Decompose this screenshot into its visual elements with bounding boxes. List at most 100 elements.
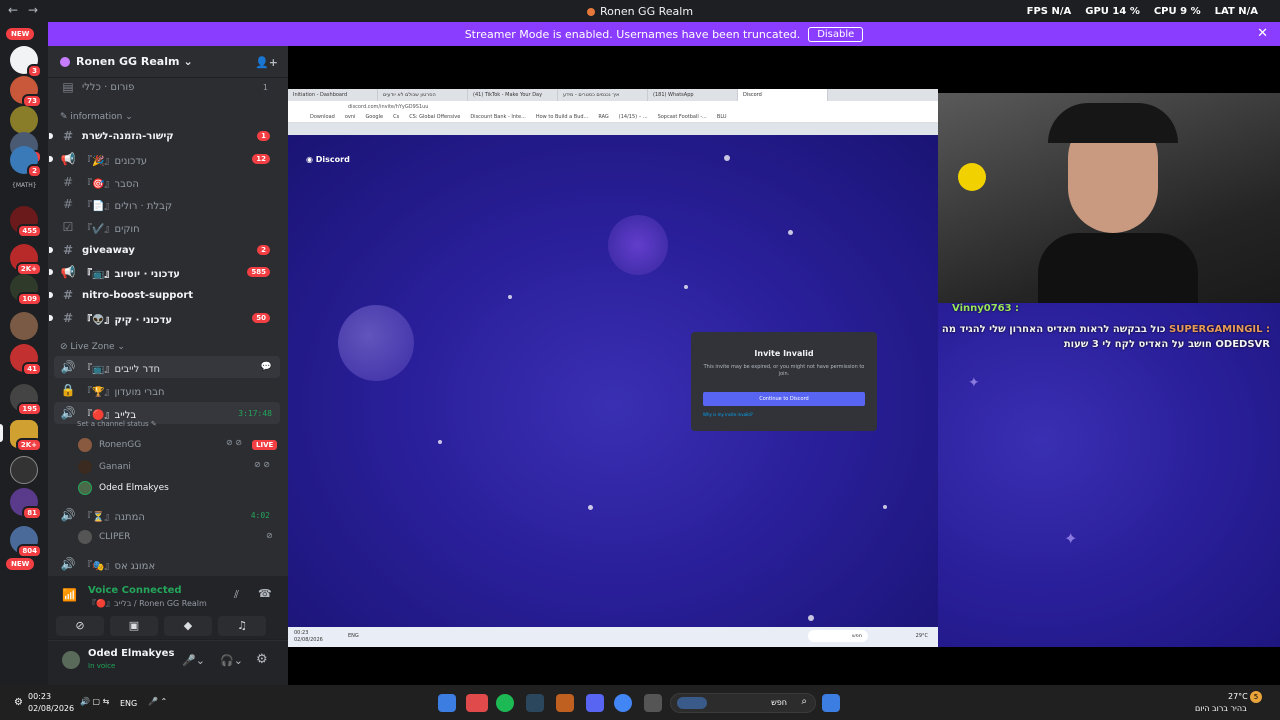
server-icon[interactable]: 195 xyxy=(10,384,42,416)
channel-item[interactable]: 📢 『🎉』עדכונים 12 xyxy=(48,148,280,170)
activities-button[interactable]: ◆ xyxy=(164,616,212,636)
channel-item[interactable]: # 『🎯』הסבר xyxy=(48,171,280,193)
bookmark[interactable]: BLU xyxy=(717,114,727,120)
voice-user[interactable]: Ganani xyxy=(78,457,131,477)
chat-bubble-icon[interactable]: 💬 xyxy=(261,362,272,372)
server-icon[interactable]: 804 xyxy=(10,526,42,558)
windows-start-icon[interactable] xyxy=(822,694,840,712)
bookmark[interactable]: RAG xyxy=(598,114,608,120)
channel-label: 『🎉』עדכונים xyxy=(82,155,148,167)
continue-to-discord-button[interactable]: Continue to Discord xyxy=(703,392,865,406)
channel-item[interactable]: 📢 『📺』עדכוני · יוטיוב 585 xyxy=(48,261,280,283)
server-icon[interactable]: 41 xyxy=(10,344,42,376)
browser-tab-active[interactable]: Discord xyxy=(738,89,828,101)
steam-icon[interactable] xyxy=(526,694,544,712)
guild-icon xyxy=(60,56,70,67)
browser-tab[interactable]: (181) WhatsApp xyxy=(648,89,738,101)
noise-suppression-icon[interactable]: ⫽ xyxy=(234,588,239,602)
file-explorer-icon[interactable] xyxy=(644,694,662,712)
server-icon[interactable]: 2K+ xyxy=(10,420,42,452)
microphone-icon[interactable]: 🎤 ⌃ xyxy=(148,697,167,706)
bookmark[interactable]: Cs xyxy=(393,114,399,120)
app-icon[interactable] xyxy=(466,694,488,712)
channel-label: nitro-boost-support xyxy=(82,289,194,301)
bookmark[interactable]: Download xyxy=(310,114,335,120)
forum-channel[interactable]: ▤ פורום · כללי 1 xyxy=(48,76,280,98)
disconnect-icon[interactable]: ☎ xyxy=(258,587,272,600)
chrome-icon[interactable] xyxy=(614,694,632,712)
chat-user: ODEDSVR xyxy=(1215,339,1270,350)
bookmark[interactable]: How to Build a Bud... xyxy=(536,114,588,120)
disable-streamer-mode-button[interactable]: Disable xyxy=(808,26,864,42)
browser-tab[interactable]: Initiation - Dashboard xyxy=(288,89,378,101)
start-icon[interactable] xyxy=(438,694,456,712)
voice-channel[interactable]: 🔒 『🏆』חברי מועדון xyxy=(48,379,280,401)
math-server-label[interactable]: {MATH} xyxy=(12,182,37,189)
channel-item[interactable]: ☑ 『✔️』חוקים xyxy=(48,216,280,238)
channel-item[interactable]: # nitro-boost-support xyxy=(48,284,280,306)
channel-sidebar: Ronen GG Realm ⌄ 👤+ ▤ פורום · כללי 1 ✎ i… xyxy=(48,46,288,685)
bookmark[interactable]: (14/15) – ... xyxy=(619,114,648,120)
browser-tab[interactable]: (41) TikTok - Make Your Day xyxy=(468,89,558,101)
avatar[interactable] xyxy=(60,649,82,671)
channel-item[interactable]: # קישור-הזמנה-לשרת 1 xyxy=(48,125,280,147)
webcam-overlay xyxy=(938,93,1280,303)
taskbar-search-box[interactable]: חפש ⌕ xyxy=(670,693,816,713)
server-icon[interactable]: 2 xyxy=(10,146,42,178)
dialog-title: Invite Invalid xyxy=(754,349,814,358)
voice-user[interactable]: Oded Elmakyes xyxy=(78,478,169,498)
discord-logo[interactable]: ◉ Discord xyxy=(306,155,350,164)
gear-icon[interactable]: ⚙ xyxy=(256,652,268,667)
voice-user[interactable]: CLIPER xyxy=(78,527,130,547)
soundboard-button[interactable]: ♫ xyxy=(218,616,266,636)
bookmark[interactable]: Sopcast Football -... xyxy=(658,114,707,120)
taskbar-time: 00:23 xyxy=(28,692,52,701)
settings-icon[interactable]: ⚙ xyxy=(14,697,23,708)
bookmark[interactable]: CS: Global Offensive xyxy=(409,114,460,120)
category-information[interactable]: ✎ information ⌄ xyxy=(60,112,133,122)
bookmark[interactable]: Google xyxy=(365,114,383,120)
channel-item[interactable]: # giveaway 2 xyxy=(48,239,280,261)
server-icon[interactable]: 3 xyxy=(10,46,42,78)
voice-channel[interactable]: 🔊 『📺』חדר לייבים 💬 xyxy=(54,356,280,378)
user-name: Oded Elmakyes xyxy=(88,648,175,659)
headphones-icon[interactable]: 🎧⌄ xyxy=(220,654,243,667)
category-live-zone[interactable]: ⊘ Live Zone ⌄ xyxy=(60,342,125,352)
camera-off-button[interactable]: ⊘ xyxy=(56,616,104,636)
browser-tab[interactable]: איך נכנסים כסטרים - מידע xyxy=(558,89,648,101)
server-icon[interactable]: 455 xyxy=(10,206,42,238)
address-bar[interactable]: discord.com/invite/hYyGD9S1uu xyxy=(288,101,938,112)
server-icon[interactable]: 109 xyxy=(10,274,42,306)
voice-server[interactable]: 『🔴』בלייב / Ronen GG Realm xyxy=(88,598,207,609)
server-icon[interactable] xyxy=(10,106,38,134)
bookmark[interactable]: Discount Bank - Inte... xyxy=(470,114,526,120)
microphone-icon[interactable]: 🎤⌄ xyxy=(182,654,205,667)
channel-item[interactable]: # 『📄』קבלת · רולים xyxy=(48,193,280,215)
discord-icon[interactable] xyxy=(586,694,604,712)
taskbar-lang[interactable]: ENG xyxy=(120,699,137,708)
app-icon[interactable] xyxy=(556,694,574,712)
add-member-icon[interactable]: 👤+ xyxy=(255,56,278,69)
server-icon[interactable] xyxy=(10,456,38,484)
spotify-icon[interactable] xyxy=(496,694,514,712)
voice-user[interactable]: RonenGG xyxy=(78,435,141,455)
server-icon[interactable]: 2K+ xyxy=(10,244,42,276)
server-icon[interactable]: 81 xyxy=(10,488,42,520)
voice-channel[interactable]: 🔊 『🎭』אמונג אס xyxy=(48,553,280,575)
browser-tab[interactable]: הסרטון שכולם לא יודעים xyxy=(378,89,468,101)
volume-icon[interactable]: 🔊 ▢ ⇆ xyxy=(80,697,109,706)
guild-header[interactable]: Ronen GG Realm ⌄ 👤+ xyxy=(48,46,288,78)
taskbar-date: 02/08/2026 xyxy=(28,704,75,713)
channel-item[interactable]: # 『👽』עדכוני · קיק 50 xyxy=(48,307,280,329)
voice-channel[interactable]: 🔊 『⏳』המתנה 4:02 xyxy=(48,504,280,526)
server-icon xyxy=(586,7,595,16)
screen-share-button[interactable]: ▣ xyxy=(110,616,158,636)
close-icon[interactable]: ✕ xyxy=(1257,26,1268,41)
chat-message: Vinny0763 : xyxy=(952,303,1270,314)
server-icon[interactable]: 73 xyxy=(10,76,42,108)
server-icon[interactable] xyxy=(10,312,38,340)
bookmark[interactable]: ovni xyxy=(345,114,356,120)
channel-status[interactable]: Set a channel status ✎ xyxy=(77,420,157,428)
hash-icon: # xyxy=(62,288,74,302)
why-invalid-link[interactable]: Why is my invite invalid? xyxy=(703,412,753,417)
